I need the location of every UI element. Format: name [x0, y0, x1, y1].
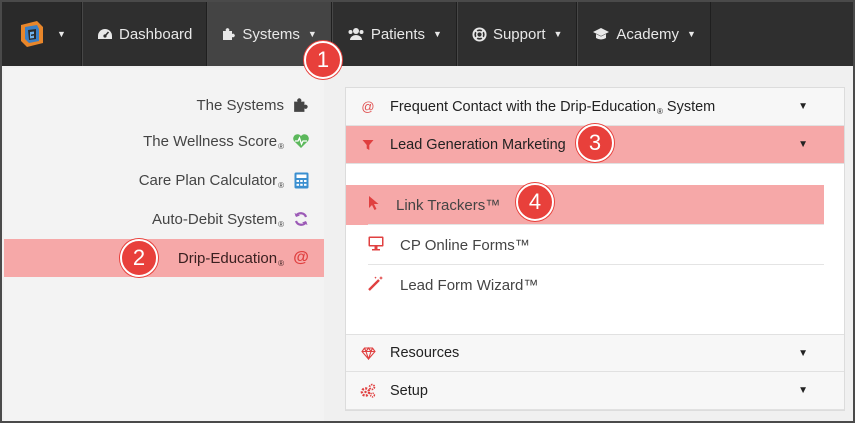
chevron-down-icon: ▼: [798, 139, 808, 150]
calculator-icon: [292, 171, 310, 189]
section-setup[interactable]: Setup ▼: [346, 372, 844, 410]
section-frequent-contact[interactable]: @ Frequent Contact with the Drip-Educati…: [346, 88, 844, 126]
monitor-icon: [368, 236, 384, 255]
nav-support-label: Support: [492, 25, 546, 43]
puzzle-icon: [292, 96, 310, 114]
sidebar-item-auto-debit[interactable]: Auto-Debit System®: [4, 200, 324, 238]
sidebar-item-care-plan-calculator[interactable]: Care Plan Calculator®: [4, 161, 324, 199]
app-window: ▼ Dashboard Systems ▼ Patients ▼ Support…: [0, 0, 855, 423]
mouse-pointer-icon: [368, 195, 380, 215]
nav-patients-label: Patients: [370, 25, 426, 43]
section-label: Lead Generation Marketing: [390, 136, 566, 153]
nav-academy-label: Academy: [616, 25, 679, 43]
sidebar-item-label: The Systems: [196, 96, 284, 114]
section-label: Resources: [390, 345, 460, 361]
sidebar-item-label: Auto-Debit System®: [152, 210, 284, 229]
step-badge-2: 2: [120, 239, 158, 277]
chevron-down-icon: ▼: [307, 29, 317, 39]
step-badge-1: 1: [304, 41, 342, 79]
systems-sidebar: The Systems The Wellness Score® Care Pla…: [4, 68, 324, 421]
step-badge-4: 4: [516, 183, 554, 221]
at-icon: @: [361, 99, 375, 114]
at-icon: @: [293, 249, 309, 266]
chevron-down-icon: ▼: [798, 347, 808, 359]
sidebar-item-label: Care Plan Calculator®: [138, 171, 284, 190]
sidebar-item-wellness-score[interactable]: The Wellness Score®: [4, 122, 324, 160]
section-label: Frequent Contact with the Drip-Education…: [390, 98, 716, 116]
heartbeat-icon: [292, 132, 310, 150]
chevron-down-icon: ▼: [553, 29, 563, 39]
nav-systems-label: Systems: [242, 25, 300, 43]
chevron-down-icon: ▼: [433, 29, 442, 39]
users-icon: [347, 27, 365, 41]
sub-item-label: Lead Form Wizard™: [400, 276, 539, 294]
cp-online-forms-item[interactable]: CP Online Forms™: [346, 225, 824, 265]
nav-academy[interactable]: Academy ▼: [577, 2, 711, 66]
puzzle-icon: [222, 27, 236, 41]
dashboard-gauge-icon: [97, 27, 113, 41]
section-label: Setup: [390, 382, 428, 399]
cogs-icon: [360, 383, 376, 398]
step-badge-3: 3: [576, 124, 614, 162]
sidebar-item-the-systems[interactable]: The Systems: [4, 86, 324, 124]
sub-item-label: CP Online Forms™: [400, 236, 530, 254]
filter-icon: [360, 139, 376, 151]
graduation-cap-icon: [592, 27, 610, 41]
chevron-down-icon: ▼: [57, 29, 66, 39]
section-resources[interactable]: Resources ▼: [346, 334, 844, 372]
nav-support[interactable]: Support ▼: [456, 2, 578, 66]
diamond-icon: [360, 346, 376, 360]
sidebar-item-drip-education[interactable]: Drip-Education® @: [4, 239, 324, 277]
top-navbar: ▼ Dashboard Systems ▼ Patients ▼ Support…: [2, 2, 853, 66]
sidebar-item-label: Drip-Education®: [177, 249, 284, 268]
nav-dashboard[interactable]: Dashboard: [82, 2, 208, 66]
lifebuoy-icon: [472, 26, 487, 42]
brand-menu[interactable]: ▼: [2, 2, 82, 66]
nav-patients[interactable]: Patients ▼: [331, 2, 457, 66]
chevron-down-icon: ▼: [798, 101, 808, 112]
magic-wand-icon: [368, 275, 384, 295]
sub-item-label: Link Trackers™: [396, 196, 501, 214]
chevron-down-icon: ▼: [686, 29, 696, 39]
brand-logo-icon: [17, 19, 47, 49]
link-trackers-item[interactable]: Link Trackers™: [346, 185, 824, 225]
nav-dashboard-label: Dashboard: [119, 25, 193, 43]
refresh-icon: [292, 210, 310, 228]
sidebar-item-label: The Wellness Score®: [143, 132, 284, 151]
chevron-down-icon: ▼: [798, 385, 808, 396]
lead-form-wizard-item[interactable]: Lead Form Wizard™: [346, 265, 824, 305]
